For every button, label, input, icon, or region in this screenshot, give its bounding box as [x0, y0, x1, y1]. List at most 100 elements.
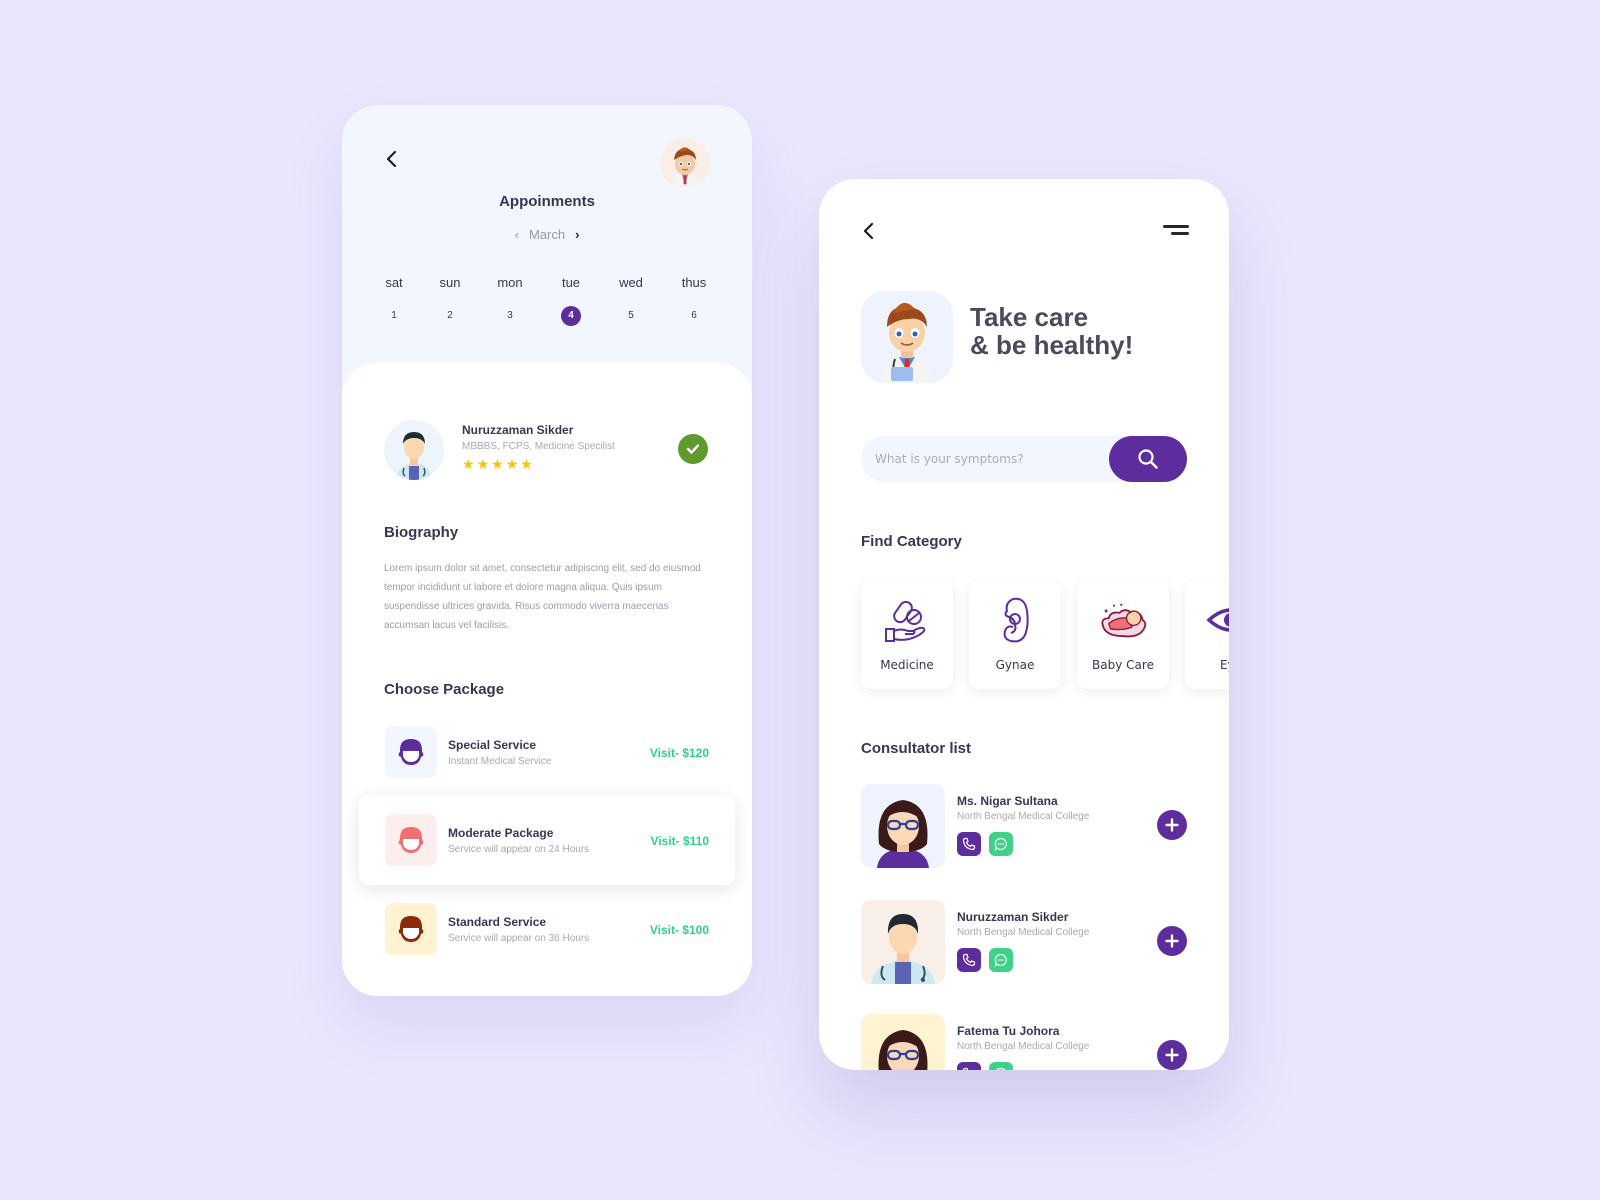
day-name: sat: [385, 275, 403, 290]
menu-button[interactable]: [1159, 221, 1189, 241]
package-icon-box: [385, 726, 437, 778]
doctor-cartoon-icon: [674, 147, 696, 188]
doctor-illustration: [861, 291, 953, 383]
package-special-service[interactable]: Special Service Instant Medical Service …: [359, 707, 735, 797]
calendar-header: Appoinments ‹ March › sat 1 sun 2 mon 3 …: [342, 105, 752, 395]
call-button[interactable]: [957, 832, 981, 856]
day-name: wed: [619, 275, 643, 290]
day-tue[interactable]: tue 4: [546, 275, 596, 326]
headline-line-2: & be healthy!: [970, 330, 1134, 360]
home-screen: Take care & be healthy! Find Category Me…: [819, 179, 1229, 1070]
checkmark-icon: [686, 444, 700, 454]
page-title: Appoinments: [499, 193, 595, 210]
day-name: mon: [497, 275, 523, 290]
consultator-college: North Bengal Medical College: [957, 1041, 1090, 1052]
chat-button[interactable]: [989, 948, 1013, 972]
sleeping-baby-icon: ★: [1098, 595, 1148, 645]
star-icon: ★: [476, 456, 490, 472]
doctor-profile[interactable]: Nuruzzaman Sikder MBBBS, FCPS, Medicine …: [384, 420, 714, 480]
doctor-cartoon-icon: [881, 302, 933, 383]
add-consultator-button[interactable]: [1157, 810, 1187, 840]
package-price: Visit- $120: [649, 746, 709, 760]
month-label: March: [528, 227, 566, 242]
female-doctor-icon: [877, 800, 929, 868]
day-name: tue: [561, 275, 581, 290]
search-input[interactable]: [875, 436, 1105, 482]
plus-icon: [1165, 934, 1179, 948]
plus-icon: [1165, 818, 1179, 832]
consultator-item[interactable]: Ms. Nigar Sultana North Bengal Medical C…: [861, 784, 1191, 868]
package-subtitle: Instant Medical Service: [448, 756, 552, 767]
category-eye[interactable]: Eye: [1185, 581, 1229, 689]
next-month-button[interactable]: ›: [575, 227, 579, 242]
consultator-item[interactable]: Fatema Tu Johora North Bengal Medical Co…: [861, 1014, 1191, 1070]
day-mon[interactable]: mon 3: [485, 275, 535, 326]
headline-line-1: Take care: [970, 302, 1089, 332]
contact-actions: [957, 832, 1013, 856]
consultator-list-heading: Consultator list: [861, 740, 972, 757]
doctor-head-icon: [398, 916, 424, 942]
chat-bubble-icon: [994, 837, 1007, 851]
appointments-screen: Appoinments ‹ March › sat 1 sun 2 mon 3 …: [342, 105, 752, 996]
chat-button[interactable]: [989, 1062, 1013, 1070]
consultator-name: Ms. Nigar Sultana: [957, 794, 1058, 808]
pills-hand-icon: [882, 595, 932, 645]
day-sun[interactable]: sun 2: [425, 275, 475, 326]
doctor-degrees: MBBBS, FCPS, Medicine Specilist: [462, 441, 615, 452]
package-moderate[interactable]: Moderate Package Service will appear on …: [359, 795, 735, 885]
chat-button[interactable]: [989, 832, 1013, 856]
package-subtitle: Service will appear on 24 Hours: [448, 844, 590, 855]
contact-actions: [957, 948, 1013, 972]
package-icon-box: [385, 814, 437, 866]
consultator-item[interactable]: Nuruzzaman Sikder North Bengal Medical C…: [861, 900, 1191, 984]
phone-icon: [962, 1067, 969, 1070]
month-selector: ‹ March ›: [342, 227, 752, 242]
back-button[interactable]: [857, 219, 881, 243]
package-subtitle: Service will appear on 36 Hours: [448, 933, 590, 944]
phone-icon: [962, 837, 976, 851]
star-icon: ★: [491, 456, 504, 472]
day-number: 6: [691, 310, 697, 321]
biography-heading: Biography: [384, 524, 459, 541]
search-button[interactable]: [1109, 436, 1187, 482]
day-number-selected: 4: [561, 306, 581, 326]
package-price: Visit- $110: [650, 834, 710, 848]
category-baby-care[interactable]: ★ Baby Care: [1077, 581, 1169, 689]
day-wed[interactable]: wed 5: [606, 275, 656, 326]
category-list: Medicine Gynae ★ Baby Care Eye: [861, 581, 1229, 691]
consultator-avatar: [861, 1014, 945, 1070]
verified-badge: [678, 434, 708, 464]
search-icon: [1138, 449, 1158, 469]
doctor-name: Nuruzzaman Sikder: [462, 423, 574, 437]
category-medicine[interactable]: Medicine: [861, 581, 953, 689]
user-avatar[interactable]: [660, 138, 710, 188]
headline: Take care & be healthy!: [970, 303, 1133, 359]
category-gynae[interactable]: Gynae: [969, 581, 1061, 689]
consultator-college: North Bengal Medical College: [957, 927, 1090, 938]
doctor-avatar: [384, 420, 444, 480]
prev-month-button[interactable]: ‹: [515, 227, 519, 242]
add-consultator-button[interactable]: [1157, 926, 1187, 956]
add-consultator-button[interactable]: [1157, 1040, 1187, 1070]
category-label: Baby Care: [1092, 658, 1154, 672]
day-number: 5: [628, 310, 634, 321]
consultator-college: North Bengal Medical College: [957, 811, 1090, 822]
male-doctor-icon: [871, 914, 935, 984]
doctor-head-icon: [398, 827, 424, 853]
day-sat[interactable]: sat 1: [369, 275, 419, 326]
svg-text:★: ★: [1103, 608, 1109, 615]
package-standard-service[interactable]: Standard Service Service will appear on …: [359, 884, 735, 974]
call-button[interactable]: [957, 948, 981, 972]
call-button[interactable]: [957, 1062, 981, 1070]
star-icon: ★: [520, 456, 533, 472]
day-name: thus: [681, 275, 707, 290]
contact-actions: [957, 1062, 1013, 1070]
category-label: Gynae: [995, 658, 1035, 672]
category-label: Eye: [1219, 658, 1229, 672]
back-button[interactable]: [380, 147, 404, 171]
consultator-avatar: [861, 900, 945, 984]
day-thu[interactable]: thus 6: [669, 275, 719, 326]
pregnancy-icon: [990, 595, 1040, 645]
female-doctor-icon: [878, 1030, 928, 1070]
day-name: sun: [439, 275, 461, 290]
